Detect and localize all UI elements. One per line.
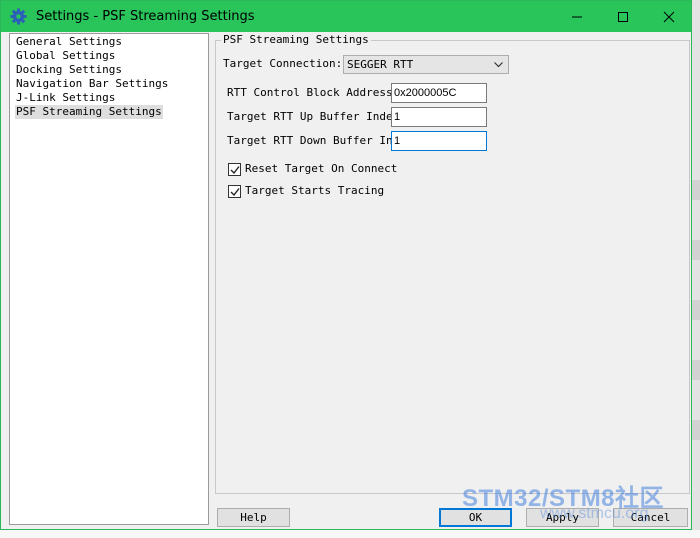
settings-panel: PSF Streaming Settings Target Connection…: [215, 33, 691, 503]
minimize-button[interactable]: [554, 1, 600, 32]
rtt-address-input[interactable]: 0x2000005C: [391, 83, 487, 103]
maximize-button[interactable]: [600, 1, 646, 32]
sidebar-item-docking-settings[interactable]: Docking Settings: [15, 63, 123, 77]
maximize-icon: [618, 12, 628, 22]
title-bar[interactable]: Settings - PSF Streaming Settings: [1, 1, 691, 32]
settings-category-list[interactable]: General Settings Global Settings Docking…: [9, 33, 209, 525]
reset-target-checkbox[interactable]: [228, 163, 241, 176]
target-connection-select[interactable]: SEGGER RTT: [343, 55, 509, 74]
sidebar-item-navigation-bar-settings[interactable]: Navigation Bar Settings: [15, 77, 169, 91]
down-buffer-input[interactable]: 1: [391, 131, 487, 151]
reset-target-label: Reset Target On Connect: [245, 162, 398, 175]
up-buffer-input[interactable]: 1: [391, 107, 487, 127]
sidebar-item-jlink-settings[interactable]: J-Link Settings: [15, 91, 116, 105]
down-buffer-label: Target RTT Down Buffer Index:: [227, 134, 392, 147]
checkmark-icon: [230, 188, 240, 197]
sidebar-item-psf-streaming-settings[interactable]: PSF Streaming Settings: [15, 105, 163, 119]
sidebar-item-global-settings[interactable]: Global Settings: [15, 49, 116, 63]
rtt-address-label: RTT Control Block Address:: [227, 86, 400, 99]
starts-tracing-checkbox[interactable]: [228, 185, 241, 198]
window-title: Settings - PSF Streaming Settings: [36, 9, 255, 24]
group-title: PSF Streaming Settings: [221, 33, 371, 47]
gear-icon: [10, 8, 27, 25]
target-connection-value: SEGGER RTT: [347, 58, 414, 71]
close-button[interactable]: [646, 1, 692, 32]
help-button[interactable]: Help: [217, 508, 290, 527]
settings-dialog: Settings - PSF Streaming Settings Genera…: [0, 0, 692, 530]
chevron-down-icon: [494, 62, 503, 68]
checkmark-icon: [230, 166, 240, 175]
sidebar-item-general-settings[interactable]: General Settings: [15, 35, 123, 49]
close-icon: [663, 11, 675, 23]
starts-tracing-label: Target Starts Tracing: [245, 184, 385, 197]
minimize-icon: [572, 16, 582, 18]
target-connection-label: Target Connection:: [223, 57, 343, 70]
background-bottom-strip: [0, 530, 700, 538]
watermark-url: www.stmcu.org: [540, 505, 649, 522]
up-buffer-label: Target RTT Up Buffer Index:: [227, 110, 406, 123]
